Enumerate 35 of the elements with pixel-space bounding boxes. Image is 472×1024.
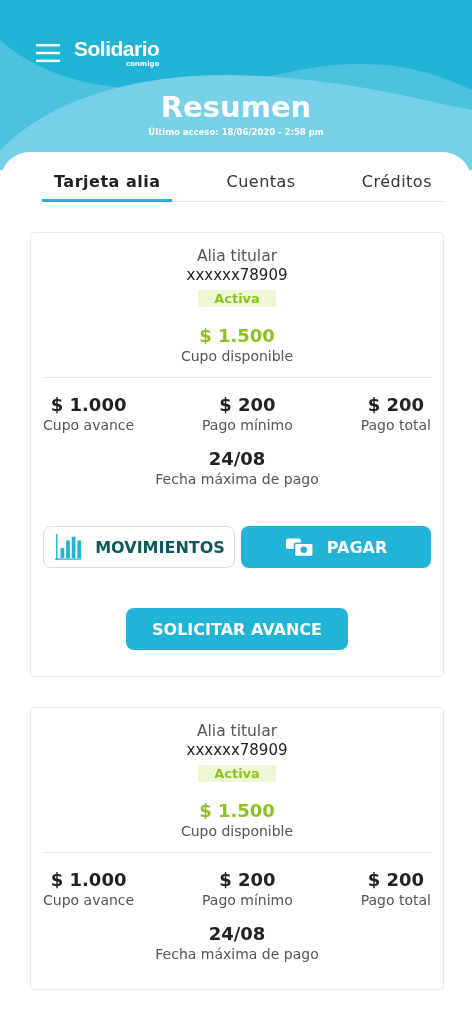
amount-label: Cupo disponible [180, 347, 294, 365]
due-date-label: Fecha máxima de pago [155, 470, 319, 488]
amount-value: $ 1.000 [50, 869, 127, 891]
amount-label: Cupo avance [43, 416, 135, 434]
tab[interactable]: Créditos [349, 172, 444, 202]
amount-label: Cupo disponible [180, 822, 294, 840]
amount-label: Cupo avance [43, 891, 135, 909]
amount-label: Pago total [360, 416, 431, 434]
amount-value: $ 200 [219, 869, 276, 891]
movements-button[interactable]: MOVIMIENTOS [43, 526, 235, 568]
status-badge: Activa [198, 290, 276, 307]
logo: Solidario [74, 38, 160, 60]
bar-chart-icon [53, 533, 84, 561]
amount-label: Pago mínimo [202, 891, 293, 909]
due-date: 24/08 [208, 923, 266, 945]
page-title: Resumen [159, 90, 313, 124]
card-number: xxxxxx78909 [186, 741, 288, 760]
due-date: 24/08 [208, 448, 266, 470]
card-title: Alia titular [196, 247, 278, 266]
last-access: Último acceso: 18/06/2020 - 2:58 pm [147, 127, 325, 137]
tab[interactable]: Tarjeta alia [42, 172, 173, 202]
card-title: Alia titular [196, 722, 278, 741]
menu-icon[interactable] [36, 44, 60, 62]
status-badge: Activa [198, 765, 276, 782]
amount-value: $ 200 [367, 869, 424, 891]
card-number: xxxxxx78909 [186, 266, 288, 285]
available-amount: $ 1.500 [199, 800, 275, 822]
amount-label: Pago mínimo [202, 416, 293, 434]
amount-value: $ 200 [367, 394, 424, 416]
tab[interactable]: Cuentas [214, 172, 308, 202]
available-amount: $ 1.500 [199, 325, 275, 347]
amount-label: Pago total [360, 891, 431, 909]
amount-value: $ 1.000 [50, 394, 127, 416]
amount-value: $ 200 [219, 394, 276, 416]
due-date-label: Fecha máxima de pago [155, 945, 319, 963]
